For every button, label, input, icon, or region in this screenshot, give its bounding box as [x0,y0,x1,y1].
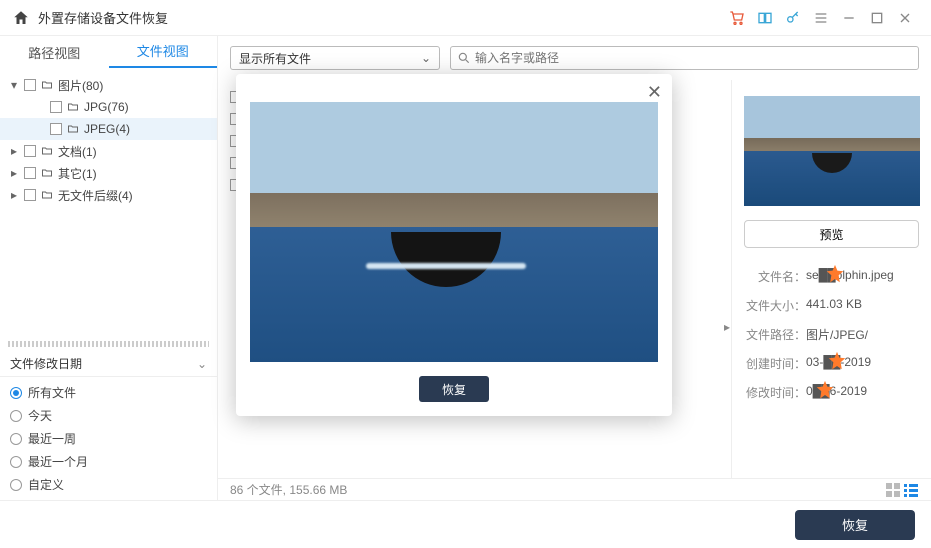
tree-label: 无文件后缀(4) [58,187,133,204]
thumbnail-preview [744,96,920,206]
search-icon [457,51,471,65]
tree-label: 文档(1) [58,143,97,160]
filter-heading[interactable]: 文件修改日期 ⌄ [0,351,217,377]
radio-label: 所有文件 [28,384,76,401]
filter-radio[interactable]: 今天 [10,404,207,427]
file-type-select[interactable]: 显示所有文件 ⌄ [230,46,440,70]
preview-modal: ✕ 恢复 [236,74,672,416]
recover-button[interactable]: 恢复 [795,510,915,540]
tree-node[interactable]: JPG(76) [0,96,217,118]
filter-radio[interactable]: 最近一周 [10,427,207,450]
detail-label: 创建时间 [744,355,806,372]
preview-button[interactable]: 预览 [744,220,919,248]
tree-arrow-icon: ▸ [8,166,20,180]
detail-row: 文件大小441.03 KB [744,291,919,320]
cart-icon[interactable] [723,4,751,32]
radio-label: 今天 [28,407,52,424]
tree-label: 其它(1) [58,165,97,182]
detail-label: 修改时间 [744,384,806,401]
filter-options: 所有文件今天最近一周最近一个月自定义 [0,377,217,500]
tab-file-view[interactable]: 文件视图 [109,35,218,68]
radio-label: 最近一周 [28,430,76,447]
tree-arrow-icon: ▸ [8,144,20,158]
checkbox[interactable] [24,167,36,179]
detail-row: 创建时间03-██-2019 [744,349,919,378]
detail-row: 修改时间0██6-2019 [744,378,919,407]
key-icon[interactable] [779,4,807,32]
search-box[interactable] [450,46,919,70]
folder-icon [66,101,80,113]
radio-label: 最近一个月 [28,453,88,470]
radio-icon [10,433,22,445]
detail-value: 0██6-2019 [806,384,919,401]
detail-value: 03-██-2019 [806,355,919,372]
tab-path-view[interactable]: 路径视图 [0,37,109,68]
filter-radio[interactable]: 所有文件 [10,381,207,404]
tree-node[interactable]: ▸ 其它(1) [0,162,217,184]
tree-arrow-icon: ▸ [8,188,20,202]
caret-down-icon: ⌄ [421,51,431,65]
folder-icon [40,189,54,201]
filter-heading-label: 文件修改日期 [10,355,82,372]
radio-icon [10,479,22,491]
tree-label: JPG(76) [84,100,129,114]
home-icon[interactable] [12,9,30,27]
checkbox[interactable] [24,145,36,157]
divider [8,341,209,347]
detail-label: 文件名 [744,268,806,285]
tree-node[interactable]: JPEG(4) [0,118,217,140]
detail-row: 文件名se██olphin.jpeg [744,262,919,291]
checkbox[interactable] [50,123,62,135]
menu-icon[interactable] [807,4,835,32]
select-label: 显示所有文件 [239,50,311,67]
radio-icon [10,387,22,399]
detail-value: se██olphin.jpeg [806,268,919,285]
window-title: 外置存储设备文件恢复 [38,8,723,27]
search-input[interactable] [475,51,912,65]
grid-view-icon[interactable] [885,482,901,498]
detail-row: 文件路径图片/JPEG/ [744,320,919,349]
tree-arrow-icon: ▾ [8,78,20,92]
details-panel: ▸ 预览 文件名se██olphin.jpeg文件大小441.03 KB文件路径… [731,80,931,478]
minimize-icon[interactable] [835,4,863,32]
detail-label: 文件路径 [744,326,806,343]
preview-image [250,102,658,362]
close-modal-icon[interactable]: ✕ [647,82,662,103]
tree-node[interactable]: ▸ 无文件后缀(4) [0,184,217,206]
folder-icon [40,167,54,179]
expand-panel-icon[interactable]: ▸ [724,320,730,334]
folder-icon [40,79,54,91]
tree-label: JPEG(4) [84,122,130,136]
list-view-icon[interactable] [903,482,919,498]
detail-value: 图片/JPEG/ [806,326,919,343]
file-tree: ▾ 图片(80) JPG(76) JPEG(4) ▸ 文档(1) ▸ 其它(1) ▸ 无文件后缀(… [0,68,217,337]
tree-node[interactable]: ▾ 图片(80) [0,74,217,96]
detail-label: 文件大小 [744,297,806,314]
maximize-icon[interactable] [863,4,891,32]
radio-label: 自定义 [28,476,64,493]
modal-recover-button[interactable]: 恢复 [419,376,489,402]
filter-radio[interactable]: 自定义 [10,473,207,496]
status-text: 86 个文件, 155.66 MB [230,481,347,498]
radio-icon [10,456,22,468]
folder-icon [66,123,80,135]
tree-node[interactable]: ▸ 文档(1) [0,140,217,162]
checkbox[interactable] [50,101,62,113]
guide-icon[interactable] [751,4,779,32]
checkbox[interactable] [24,79,36,91]
detail-value: 441.03 KB [806,297,919,314]
close-icon[interactable] [891,4,919,32]
radio-icon [10,410,22,422]
filter-radio[interactable]: 最近一个月 [10,450,207,473]
checkbox[interactable] [24,189,36,201]
tree-label: 图片(80) [58,77,103,94]
folder-icon [40,145,54,157]
chevron-down-icon: ⌄ [197,357,207,371]
